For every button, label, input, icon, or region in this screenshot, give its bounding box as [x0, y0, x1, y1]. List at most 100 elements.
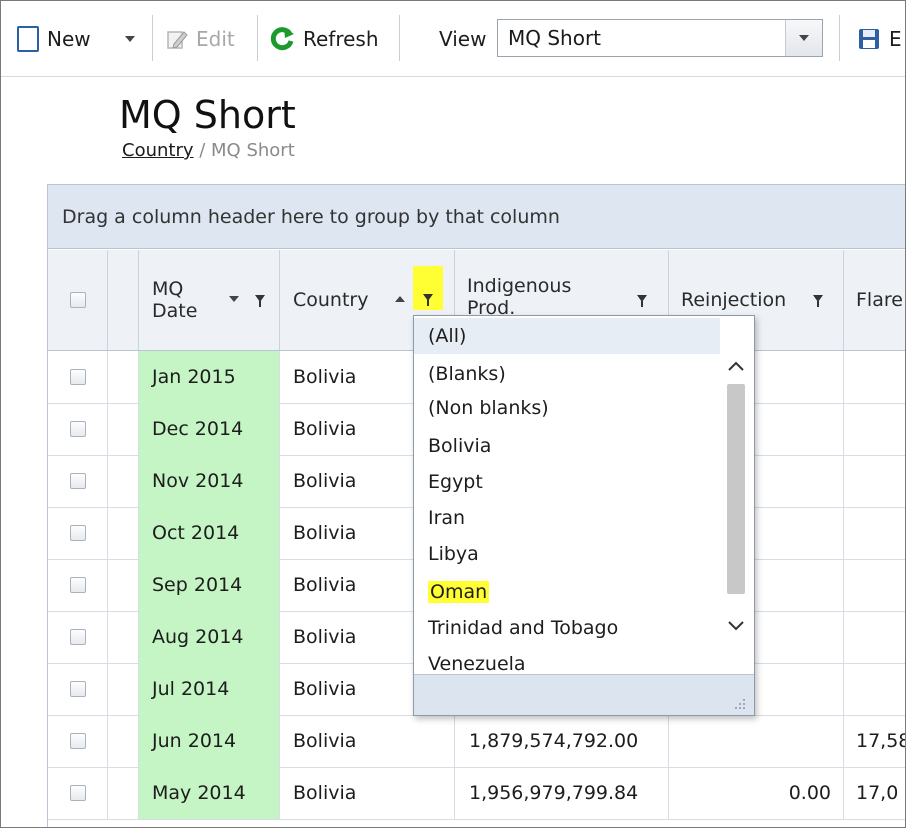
- filter-icon[interactable]: [255, 295, 265, 307]
- breadcrumb-current: MQ Short: [211, 140, 295, 161]
- select-all-header[interactable]: [48, 250, 108, 350]
- breadcrumb-link-country[interactable]: Country: [122, 140, 194, 161]
- row-checkbox[interactable]: [69, 577, 86, 593]
- chevron-down-icon: [799, 35, 809, 41]
- mq-date-cell[interactable]: Jan 2015: [139, 351, 280, 403]
- scrollbar-thumb[interactable]: [727, 384, 745, 594]
- export-button[interactable]: E: [857, 19, 902, 59]
- row-checkbox[interactable]: [69, 785, 86, 801]
- filter-option-label: Venezuela: [428, 653, 526, 674]
- country-cell[interactable]: Bolivia: [280, 767, 455, 819]
- filter-option[interactable]: Trinidad and Tobago: [414, 610, 720, 646]
- filter-option[interactable]: Oman: [414, 574, 720, 610]
- flare-cell[interactable]: 17,0: [844, 767, 905, 819]
- filter-button-highlight[interactable]: [413, 266, 443, 310]
- filter-icon: [423, 294, 433, 306]
- view-select[interactable]: MQ Short: [497, 19, 823, 57]
- page-title: MQ Short: [119, 93, 296, 137]
- toolbar-separator: [152, 15, 153, 61]
- row-select-cell[interactable]: [48, 455, 108, 507]
- country-cell[interactable]: Bolivia: [280, 715, 455, 767]
- new-dropdown-arrow[interactable]: [125, 19, 135, 59]
- filter-icon[interactable]: [637, 295, 647, 307]
- filter-option[interactable]: Iran: [414, 500, 720, 536]
- table-row[interactable]: Jun 2014 Bolivia 1,879,574,792.00 17,58: [48, 715, 905, 768]
- sort-descending-icon[interactable]: [229, 296, 239, 302]
- filter-scrollbar[interactable]: [720, 316, 752, 674]
- row-select-cell[interactable]: [48, 403, 108, 455]
- filter-option[interactable]: (All): [414, 318, 720, 354]
- row-select-cell[interactable]: [48, 663, 108, 715]
- filter-option[interactable]: (Non blanks): [414, 390, 720, 426]
- row-select-cell[interactable]: [48, 611, 108, 663]
- filter-option[interactable]: Bolivia: [414, 428, 720, 464]
- edit-button-label: Edit: [196, 27, 235, 51]
- view-select-dropdown-button[interactable]: [785, 20, 822, 56]
- refresh-button-label: Refresh: [303, 27, 379, 51]
- refresh-button[interactable]: Refresh: [269, 19, 379, 59]
- flare-cell[interactable]: [844, 611, 905, 663]
- row-checkbox[interactable]: [69, 473, 86, 489]
- row-indicator-cell: [108, 455, 139, 507]
- mq-date-cell[interactable]: Oct 2014: [139, 507, 280, 559]
- mq-date-cell[interactable]: Sep 2014: [139, 559, 280, 611]
- sort-ascending-icon[interactable]: [395, 296, 405, 302]
- mq-date-cell[interactable]: May 2014: [139, 767, 280, 819]
- flare-cell[interactable]: [844, 663, 905, 715]
- export-button-label: E: [889, 27, 902, 51]
- mq-date-cell[interactable]: Jun 2014: [139, 715, 280, 767]
- flare-cell[interactable]: [844, 507, 905, 559]
- column-header-label: Reinjection: [681, 289, 787, 311]
- edit-button[interactable]: Edit: [166, 19, 235, 59]
- row-checkbox[interactable]: [69, 733, 86, 749]
- mq-date-cell[interactable]: Jul 2014: [139, 663, 280, 715]
- row-select-cell[interactable]: [48, 559, 108, 611]
- filter-option-label: Libya: [428, 543, 479, 565]
- flare-cell[interactable]: [844, 455, 905, 507]
- group-by-panel[interactable]: Drag a column header here to group by th…: [48, 185, 905, 249]
- flare-cell[interactable]: [844, 351, 905, 403]
- flare-cell[interactable]: [844, 403, 905, 455]
- column-header-label: Date: [152, 300, 198, 322]
- row-indicator-cell: [108, 611, 139, 663]
- table-row[interactable]: May 2014 Bolivia 1,956,979,799.84 0.00 17,0: [48, 767, 905, 820]
- mq-date-cell[interactable]: Nov 2014: [139, 455, 280, 507]
- new-button-label: New: [47, 27, 91, 51]
- filter-option-label: Iran: [428, 507, 466, 529]
- edit-pencil-icon: [166, 28, 188, 50]
- column-header-flare[interactable]: Flare: [844, 250, 905, 350]
- row-select-cell[interactable]: [48, 507, 108, 559]
- indigenous-prod-cell[interactable]: 1,879,574,792.00: [455, 715, 669, 767]
- filter-option-label: Bolivia: [428, 435, 492, 457]
- reinjection-cell[interactable]: [669, 715, 844, 767]
- mq-date-cell[interactable]: Aug 2014: [139, 611, 280, 663]
- chevron-down-icon: [125, 36, 135, 42]
- filter-option[interactable]: Libya: [414, 536, 720, 572]
- country-filter-dropdown[interactable]: (All) (Blanks) (Non blanks) Bolivia Egypt Ira…: [413, 315, 755, 716]
- scroll-down-icon[interactable]: [727, 616, 745, 634]
- indigenous-prod-cell[interactable]: 1,956,979,799.84: [455, 767, 669, 819]
- filter-option[interactable]: Egypt: [414, 464, 720, 500]
- new-button[interactable]: New: [17, 19, 91, 59]
- mq-date-cell[interactable]: Dec 2014: [139, 403, 280, 455]
- row-select-cell[interactable]: [48, 767, 108, 819]
- filter-option[interactable]: Venezuela: [414, 646, 720, 674]
- column-header-mq-date[interactable]: MQ Date: [139, 250, 280, 350]
- row-checkbox[interactable]: [69, 421, 86, 437]
- view-label: View: [439, 27, 487, 51]
- view-select-value: MQ Short: [508, 26, 602, 50]
- row-select-cell[interactable]: [48, 351, 108, 403]
- flare-cell[interactable]: [844, 559, 905, 611]
- scroll-up-icon[interactable]: [727, 356, 745, 374]
- row-checkbox[interactable]: [69, 369, 86, 385]
- row-checkbox[interactable]: [69, 681, 86, 697]
- row-checkbox[interactable]: [69, 525, 86, 541]
- flare-cell[interactable]: 17,58: [844, 715, 905, 767]
- filter-icon[interactable]: [813, 295, 823, 307]
- resize-grip-icon[interactable]: [732, 696, 746, 710]
- filter-option[interactable]: (Blanks): [414, 356, 720, 392]
- reinjection-cell[interactable]: 0.00: [669, 767, 844, 819]
- select-all-checkbox[interactable]: [69, 292, 86, 308]
- row-select-cell[interactable]: [48, 715, 108, 767]
- row-checkbox[interactable]: [69, 629, 86, 645]
